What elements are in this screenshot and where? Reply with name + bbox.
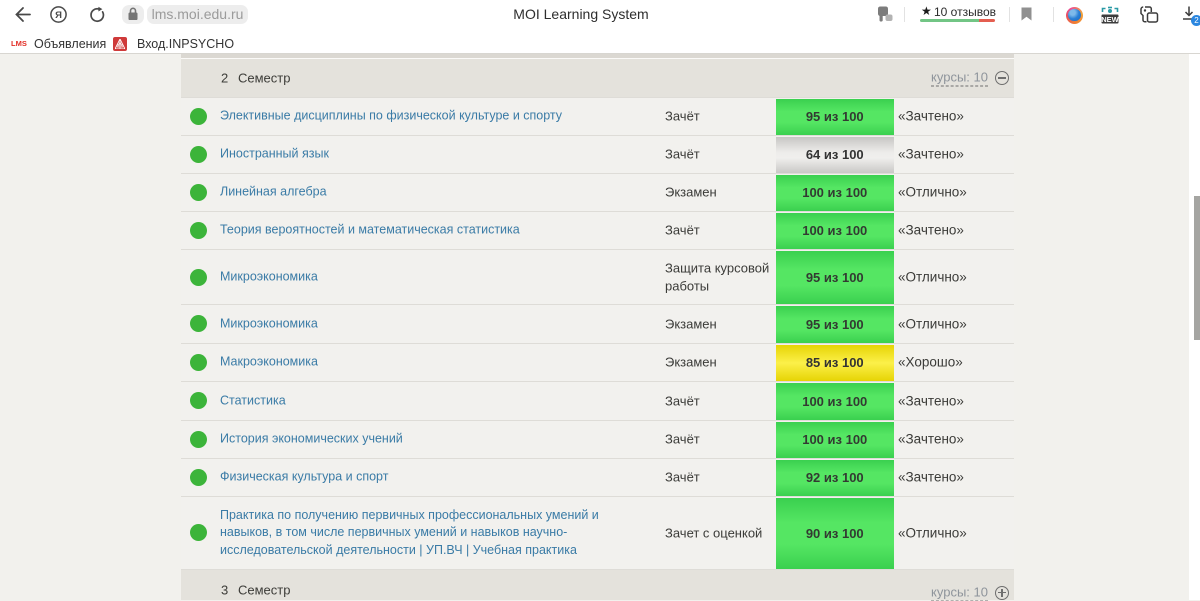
svg-text:NEW: NEW — [1101, 15, 1119, 24]
svg-text:Я: Я — [55, 10, 62, 21]
